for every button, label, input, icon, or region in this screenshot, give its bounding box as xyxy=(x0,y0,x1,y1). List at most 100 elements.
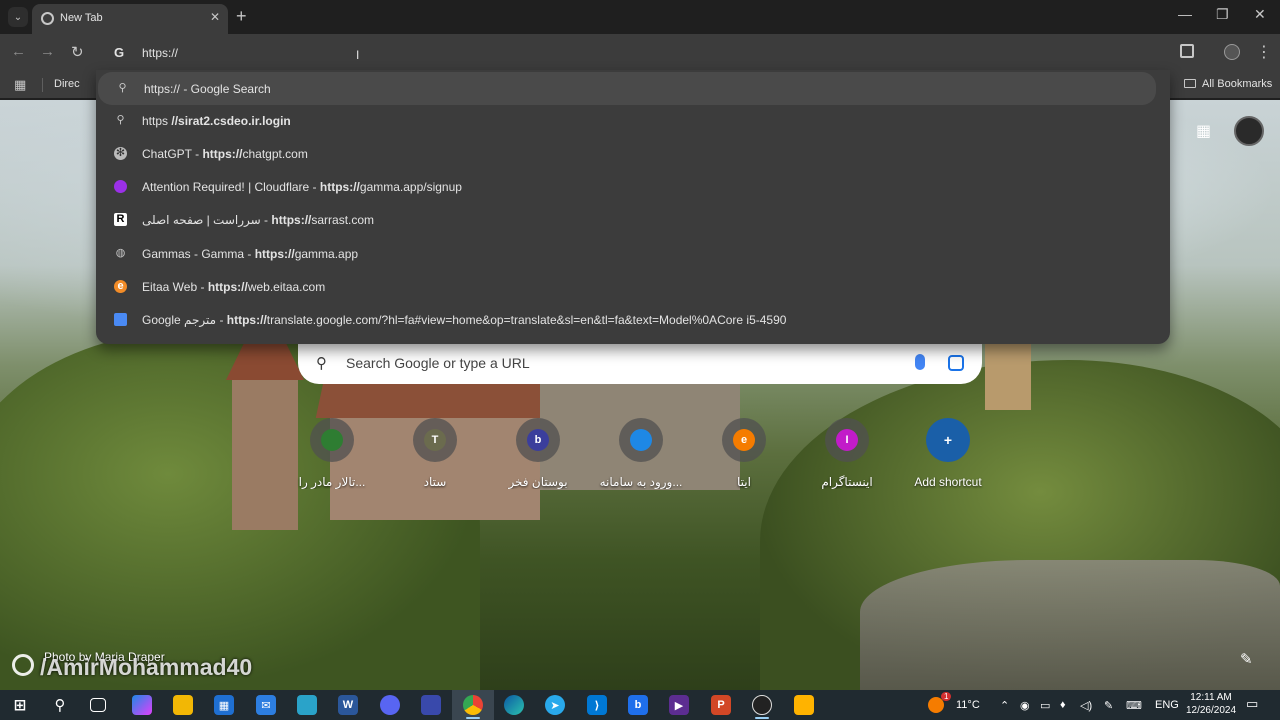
suggestion-text: Gammas - Gamma - xyxy=(142,247,255,261)
suggestion-row[interactable]: ✻ ChatGPT - https://chatgpt.com xyxy=(96,137,1170,170)
back-icon[interactable]: ← xyxy=(11,43,26,60)
forward-icon[interactable]: → xyxy=(40,43,55,60)
active-indicator xyxy=(466,717,480,719)
microphone-icon[interactable]: ♦ xyxy=(1060,699,1066,711)
sarrast-icon: R xyxy=(114,213,127,226)
all-bookmarks-button[interactable]: All Bookmarks xyxy=(1184,78,1272,90)
ntp-search-box[interactable]: ⚲ Search Google or type a URL xyxy=(298,343,982,384)
customize-pencil-icon[interactable]: ✎ xyxy=(1240,650,1253,668)
gamma-icon xyxy=(114,180,127,193)
shortcut-tile[interactable]: b بوستان فخر xyxy=(490,418,586,498)
suggestion-text: Eitaa Web - xyxy=(142,280,208,294)
globe-icon: ◍ xyxy=(115,247,126,259)
show-hidden-icons-icon[interactable]: ⌃ xyxy=(1000,699,1009,712)
pen-icon[interactable]: ✎ xyxy=(1104,699,1113,712)
search-icon: ⚲ xyxy=(116,114,125,126)
microsoft-store-icon[interactable]: ▦ xyxy=(214,695,234,715)
add-shortcut-icon: + xyxy=(926,418,970,462)
app-icon[interactable] xyxy=(297,695,317,715)
chrome-icon[interactable] xyxy=(463,695,483,715)
omnibox[interactable]: G I xyxy=(100,37,1158,69)
task-view-icon[interactable] xyxy=(90,698,106,712)
shortcut-tile[interactable]: ورود به سامانه... xyxy=(593,418,689,498)
bookmark-item[interactable]: Direc xyxy=(54,78,80,90)
tab-new-tab[interactable]: New Tab ✕ xyxy=(32,4,228,34)
shortcut-tile[interactable]: T ستاد xyxy=(387,418,483,498)
restore-icon[interactable]: ❐ xyxy=(1216,6,1229,23)
suggestion-row[interactable]: ◍ Gammas - Gamma - https://gamma.app xyxy=(96,237,1170,270)
google-icon: G xyxy=(114,45,125,60)
notifications-icon[interactable]: ▭ xyxy=(1246,696,1258,712)
suggestion-bold: https:// xyxy=(207,280,248,294)
clock-time: 12:11 AM xyxy=(1190,692,1232,703)
mail-icon[interactable]: ✉ xyxy=(256,695,276,715)
tab-strip: ⌄ New Tab ✕ + — ❐ ✕ xyxy=(0,0,1280,34)
app-b-icon[interactable]: b xyxy=(628,695,648,715)
word-icon[interactable]: W xyxy=(338,695,358,715)
active-indicator xyxy=(755,717,769,719)
google-lens-icon[interactable] xyxy=(948,355,964,371)
telegram-icon[interactable]: ➤ xyxy=(545,695,565,715)
camera-logo-icon xyxy=(12,654,34,676)
suggestion-row[interactable]: R سرراست | صفحه اصلی - https://sarrast.c… xyxy=(96,203,1170,236)
app-icon[interactable] xyxy=(794,695,814,715)
background-rock xyxy=(860,560,1280,690)
apps-grid-icon[interactable]: ▦ xyxy=(14,77,26,93)
suggestion-row[interactable]: Google مترجم - https://translate.google.… xyxy=(96,303,1170,336)
new-tab-icon[interactable]: + xyxy=(236,6,247,27)
file-explorer-icon[interactable] xyxy=(173,695,193,715)
network-icon[interactable]: ▭ xyxy=(1040,699,1050,712)
language-indicator[interactable]: ENG xyxy=(1155,699,1179,711)
shortcut-label: تالار مادر را... xyxy=(298,475,366,489)
copilot-icon[interactable] xyxy=(132,695,152,715)
minimize-icon[interactable]: — xyxy=(1178,6,1192,22)
voice-search-icon[interactable] xyxy=(915,354,925,370)
clock-date: 12/26/2024 xyxy=(1185,705,1237,716)
discord-icon[interactable] xyxy=(380,695,400,715)
reload-icon[interactable]: ↻ xyxy=(71,43,84,61)
toolbar: ← → ↻ G I ⋮ xyxy=(0,34,1280,72)
google-apps-icon[interactable]: ▦ xyxy=(1196,121,1211,141)
add-shortcut-tile[interactable]: + Add shortcut xyxy=(900,418,996,498)
tab-close-icon[interactable]: ✕ xyxy=(210,10,220,24)
suggestion-row[interactable]: ⚲ https:// - Google Search xyxy=(98,72,1156,105)
suggestion-bold: https:// xyxy=(226,313,267,327)
clock[interactable]: 12:11 AM 12/26/2024 xyxy=(1182,691,1240,717)
eitaa-icon: e xyxy=(114,280,127,293)
close-window-icon[interactable]: ✕ xyxy=(1254,6,1266,23)
edge-icon[interactable] xyxy=(504,695,524,715)
omnibox-input[interactable] xyxy=(142,42,742,64)
shortcut-icon: b xyxy=(516,418,560,462)
watermark: /AmirMohammad40 xyxy=(40,654,253,680)
tray-icon[interactable]: ◉ xyxy=(1020,699,1030,712)
temperature[interactable]: 11°C xyxy=(956,699,980,711)
powerpoint-icon[interactable]: P xyxy=(711,695,731,715)
google-account-avatar[interactable] xyxy=(1234,116,1264,146)
shortcut-icon: I xyxy=(825,418,869,462)
keyboard-icon[interactable]: ⌨ xyxy=(1126,699,1142,712)
shortcut-icon xyxy=(619,418,663,462)
profile-avatar-icon[interactable] xyxy=(1224,44,1240,60)
app-circle-icon[interactable] xyxy=(752,695,772,715)
bookmarks-separator xyxy=(42,78,43,92)
vscode-icon[interactable]: ⟩ xyxy=(587,695,607,715)
menu-dots-icon[interactable]: ⋮ xyxy=(1256,42,1272,62)
shortcut-tile[interactable]: e ایتا xyxy=(696,418,792,498)
suggestion-bold: https:// xyxy=(254,247,295,261)
windows-start-icon[interactable]: ⊞ xyxy=(10,695,30,715)
shortcut-tile[interactable]: I اینستاگرام xyxy=(799,418,895,498)
visual-studio-icon[interactable]: ▶ xyxy=(669,695,689,715)
search-icon[interactable]: ⚲ xyxy=(50,695,70,715)
app-icon[interactable] xyxy=(421,695,441,715)
extensions-icon[interactable] xyxy=(1180,44,1194,58)
shortcut-tile[interactable]: تالار مادر را... xyxy=(284,418,380,498)
folder-icon xyxy=(1184,79,1196,88)
suggestion-row[interactable]: ⚲ https //sirat2.csdeo.ir.login xyxy=(96,104,1170,137)
suggestion-row[interactable]: e Eitaa Web - https://web.eitaa.com xyxy=(96,270,1170,303)
tab-search-icon[interactable]: ⌄ xyxy=(8,7,28,27)
chatgpt-icon: ✻ xyxy=(114,147,127,160)
all-bookmarks-label: All Bookmarks xyxy=(1202,78,1273,90)
castle-right-tower xyxy=(985,340,1031,410)
volume-icon[interactable]: ◁) xyxy=(1080,699,1092,712)
suggestion-row[interactable]: Attention Required! | Cloudflare - https… xyxy=(96,170,1170,203)
